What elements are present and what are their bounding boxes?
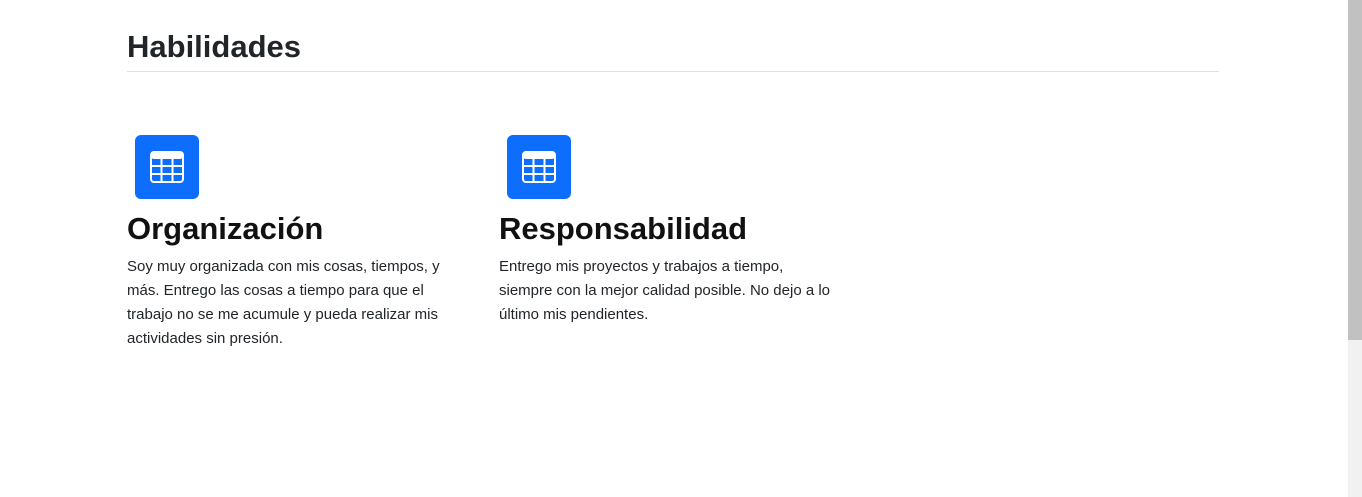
- page: Habilidades Organización Soy muy organiz…: [0, 0, 1362, 497]
- table-icon-glyph: [522, 151, 556, 183]
- features-row: Organización Soy muy organizada con mis …: [127, 135, 1219, 351]
- feature-description: Entrego mis proyectos y trabajos a tiemp…: [499, 258, 831, 323]
- table-icon-glyph: [150, 151, 184, 183]
- feature-organizacion: Organización Soy muy organizada con mis …: [127, 135, 499, 351]
- table-icon: [135, 135, 199, 199]
- section-divider: [127, 71, 1219, 72]
- feature-description: Soy muy organizada con mis cosas, tiempo…: [127, 258, 440, 347]
- skills-section: Habilidades Organización Soy muy organiz…: [127, 0, 1219, 351]
- feature-responsabilidad: Responsabilidad Entrego mis proyectos y …: [499, 135, 871, 351]
- vertical-scrollbar[interactable]: [1348, 0, 1362, 497]
- table-icon: [507, 135, 571, 199]
- feature-title: Responsabilidad: [499, 211, 748, 246]
- feature-title: Organización: [127, 211, 324, 246]
- section-title: Habilidades: [127, 29, 301, 64]
- scrollbar-thumb[interactable]: [1348, 0, 1362, 340]
